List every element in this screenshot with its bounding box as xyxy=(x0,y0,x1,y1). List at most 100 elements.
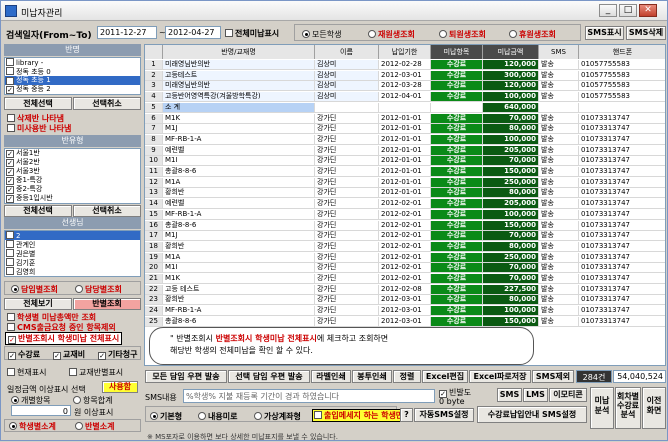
filter-withdrawn[interactable]: 퇴원생조회 xyxy=(439,29,486,40)
by-homeroom-radio[interactable]: 담임별조회 xyxy=(11,284,58,295)
table-row[interactable]: 24 MF-RB-1-A 강가딘 2012-03-01 수강료 100,000 발송 0107… xyxy=(145,306,665,317)
show-unused-class-checkbox[interactable]: 미사용반 나타냄 xyxy=(7,123,71,134)
view-by-class-button[interactable]: 반별조회 xyxy=(73,298,141,310)
table-row[interactable]: 15 MF-RB-1-A 강가딘 2012-02-01 수강료 100,000 발송 0107… xyxy=(145,209,665,220)
class-select-all-button[interactable]: 전체선택 xyxy=(4,97,72,110)
tuition-sms-settings-button[interactable]: 수강료납입안내 SMS설정 xyxy=(477,406,587,423)
emoticon-button[interactable]: 이모티콘 xyxy=(549,388,587,402)
list-item[interactable]: library - xyxy=(5,58,140,67)
excel-edit-button[interactable]: Excel편집 xyxy=(422,370,468,383)
list-item[interactable]: ✓ 중2-특강 xyxy=(5,185,140,194)
list-item[interactable]: ✓ 중1-특강 xyxy=(5,176,140,185)
list-item[interactable]: 관계인 xyxy=(5,240,140,249)
column-header[interactable]: 반명/교재명 xyxy=(163,45,315,59)
table-row[interactable]: 3 미래영님반의반 김상미 2012-03-28 수강료 120,000 발송 0105775… xyxy=(145,81,665,92)
table-row[interactable]: 7 M1J 강가딘 2012-01-01 수강료 80,000 발송 01073313747 xyxy=(145,124,665,135)
column-header[interactable]: SMS xyxy=(539,45,579,59)
mode-basic-radio[interactable]: 기본형 xyxy=(150,411,182,422)
current-show-checkbox[interactable]: 현재표시 xyxy=(7,367,46,378)
auto-sms-settings-button[interactable]: 자동SMS설정 xyxy=(414,408,474,422)
table-row[interactable]: 12 M1A 강가딘 2012-01-01 수강료 250,000 발송 0107331374… xyxy=(145,177,665,188)
sms-content-input[interactable]: %학생% 지불 재등록 기간이 경과 하였습니다 xyxy=(183,389,435,403)
teacher-list[interactable]: 2 관계인 권은별 김기훈 김영희 xyxy=(4,230,141,277)
list-item[interactable]: ✓ 서울3반 xyxy=(5,167,140,176)
column-header[interactable]: 미납금액 xyxy=(483,45,539,59)
filter-on-leave[interactable]: 휴원생조회 xyxy=(509,29,556,40)
type-deselect-button[interactable]: 선택취소 xyxy=(73,205,141,217)
class-list[interactable]: library - 정독 초등 0 ✓ 정독 초등 1 ✓ 정독 중등 2 xyxy=(4,57,141,95)
table-row[interactable]: 18 황희반 강가딘 2012-02-01 수강료 80,000 발송 01073313747 xyxy=(145,241,665,252)
other-charge-checkbox[interactable]: ✓ 기타청구 xyxy=(98,349,137,360)
filter-all[interactable]: 모든학생 xyxy=(302,29,341,40)
minimize-button[interactable]: _ xyxy=(599,4,617,17)
table-row[interactable]: 4 고등반어영역특강(겨울방학특강) 김상미 2012-04-01 수강료 100,000… xyxy=(145,92,665,103)
round-tuition-analysis-button[interactable]: 회차별수강료분석 xyxy=(615,387,641,429)
table-row[interactable]: 9 예련벨 강가딘 2012-01-01 수강료 205,000 발송 01073313747 xyxy=(145,145,665,156)
table-row[interactable]: 6 M1K 강가딘 2012-01-01 수강료 70,000 발송 01073313747 xyxy=(145,113,665,124)
table-row[interactable]: 2 고등테스트 김상미 2012-03-01 수강료 300,000 발송 010577555… xyxy=(145,70,665,81)
table-row[interactable]: 13 황희반 강가딘 2012-01-01 수강료 80,000 발송 01073313747 xyxy=(145,188,665,199)
previous-screen-button[interactable]: 이전화면 xyxy=(642,387,666,429)
unpaid-grid[interactable]: 반명/교재명 이름 납입기한 미납항목 미납금액 SMS 핸드폰 1 미래영님반의반 김상미 201… xyxy=(144,44,666,366)
sms-exclude-button[interactable]: SMS제외 xyxy=(532,370,574,383)
view-all-button[interactable]: 전체보기 xyxy=(4,298,72,310)
column-header[interactable]: 미납항목 xyxy=(431,45,483,59)
list-item[interactable]: ✓ 중등1입시반 xyxy=(5,194,140,203)
mail-all-teachers-button[interactable]: 모든 담임 우편 발송 xyxy=(145,370,227,383)
table-row[interactable]: 21 M1K 강가딘 2012-02-01 수강료 70,000 발송 01073313747 xyxy=(145,274,665,284)
tuition-checkbox[interactable]: ✓ 수강료 xyxy=(8,349,40,360)
textbook-checkbox[interactable]: ✓ 교재비 xyxy=(53,349,85,360)
help-button[interactable]: ? xyxy=(400,408,413,422)
column-header[interactable]: 이름 xyxy=(315,45,379,59)
table-row[interactable]: 5소 계 640,000 xyxy=(145,102,665,113)
list-item[interactable]: ✓ 서울1반 xyxy=(5,149,140,158)
sort-button[interactable]: 정렬 xyxy=(393,370,421,383)
table-row[interactable]: 14 예련벨 강가딘 2012-02-01 수강료 205,000 발송 0107331374… xyxy=(145,199,665,210)
table-row[interactable]: 19 M1A 강가딘 2012-02-01 수강료 250,000 발송 0107331374… xyxy=(145,252,665,263)
table-row[interactable]: 22 고등 테스트 강가딘 2012-02-08 수강료 227,500 발송 0107331… xyxy=(145,284,665,295)
label-print-button[interactable]: 라벨인쇄 xyxy=(311,370,351,383)
mode-virtual-account-radio[interactable]: 가상계좌형 xyxy=(254,411,301,422)
list-item[interactable]: ✓ 정독 중등 2 xyxy=(5,85,140,94)
close-button[interactable]: ✕ xyxy=(639,4,657,17)
table-row[interactable]: 16 총괄8-8-6 강가딘 2012-02-01 수강료 150,000 발송 010733… xyxy=(145,220,665,231)
table-row[interactable]: 11 총괄8-8-6 강가딘 2012-01-01 수강료 150,000 발송 010733… xyxy=(145,167,665,177)
date-to-input[interactable]: 2012-04-27 xyxy=(165,26,221,39)
sms-delete-button[interactable]: SMS삭제 xyxy=(626,26,666,40)
column-header[interactable]: 납입기한 xyxy=(379,45,431,59)
mail-selected-teachers-button[interactable]: 선택 담임 우편 발송 xyxy=(228,370,310,383)
table-row[interactable]: 8 MF-RB-1-A 강가딘 2012-01-01 수강료 100,000 발송 01073… xyxy=(145,134,665,145)
table-row[interactable]: 10 M1I 강가딘 2012-01-01 수강료 70,000 발송 01073313747 xyxy=(145,156,665,167)
item-sum-radio[interactable]: 항목합계 xyxy=(73,395,112,406)
date-from-input[interactable]: 2011-12-27 xyxy=(97,26,157,39)
table-row[interactable]: 20 M1I 강가딘 2012-02-01 수강료 70,000 발송 01073313747 xyxy=(145,263,665,274)
table-row[interactable]: 23 황희반 강가딘 2012-03-01 수강료 80,000 발송 01073313747 xyxy=(145,295,665,306)
class-all-unpaid-checkbox[interactable]: ✓ 반별조회시 학생미납 전체표시 xyxy=(5,332,123,345)
class-deselect-button[interactable]: 선택취소 xyxy=(73,97,141,110)
envelope-print-button[interactable]: 봉투인쇄 xyxy=(352,370,392,383)
by-charge-radio[interactable]: 담당별조회 xyxy=(75,284,122,295)
sms-show-button[interactable]: SMS표시 xyxy=(585,26,624,40)
maximize-button[interactable]: □ xyxy=(619,4,637,17)
entry-message-checkbox[interactable]: 출입메세지 하는 학생만 xyxy=(312,409,406,422)
column-header[interactable] xyxy=(145,45,163,59)
list-item[interactable]: 김영희 xyxy=(5,267,140,276)
list-item[interactable]: 권은별 xyxy=(5,249,140,258)
sms-button[interactable]: SMS xyxy=(497,388,522,402)
mode-content-radio[interactable]: 내용미로 xyxy=(198,411,237,422)
threshold-use-button[interactable]: 사용함 xyxy=(102,381,138,393)
list-item[interactable]: ✓ 서울2반 xyxy=(5,158,140,167)
table-row[interactable]: 17 M1J 강가딘 2012-02-01 수강료 70,000 발송 01073313747 xyxy=(145,231,665,242)
column-header[interactable]: 핸드폰 xyxy=(579,45,665,59)
textbook-class-checkbox[interactable]: 교재반별표시 xyxy=(69,367,123,378)
list-item[interactable]: 정독 초등 0 xyxy=(5,67,140,76)
list-item[interactable]: 김기훈 xyxy=(5,258,140,267)
threshold-amount-input[interactable]: 0 xyxy=(11,405,71,416)
lms-button[interactable]: LMS xyxy=(523,388,548,402)
class-subtotal-radio[interactable]: 반별소계 xyxy=(75,421,114,432)
table-row[interactable]: 25 총괄8-8-6 강가딘 2012-03-01 수강료 150,000 발송 010733… xyxy=(145,316,665,327)
table-row[interactable]: 1 미래영님반의반 김상미 2012-02-28 수강료 120,000 발송 0105775… xyxy=(145,60,665,70)
list-item-selected[interactable]: 2 xyxy=(5,231,140,240)
filter-enrolled[interactable]: 재원생조회 xyxy=(368,29,415,40)
excel-save-button[interactable]: Excel파로저장 xyxy=(469,370,531,383)
